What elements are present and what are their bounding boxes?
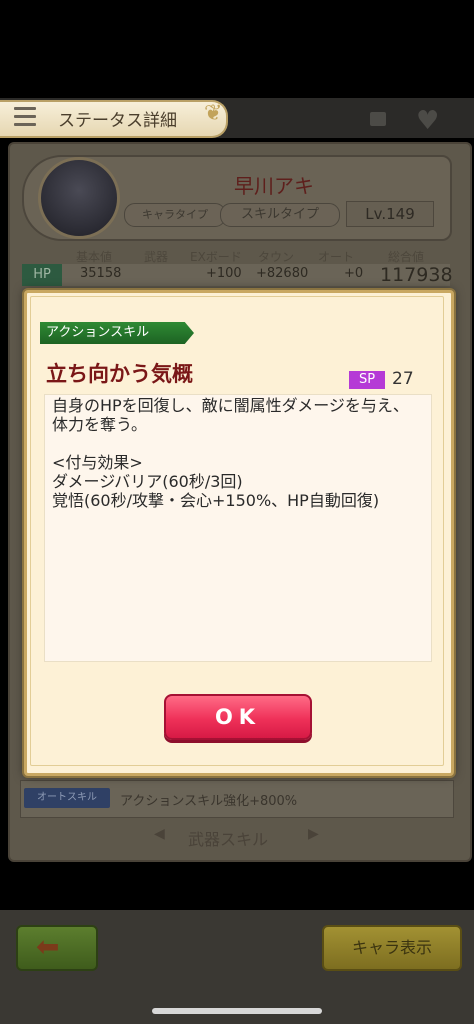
character-avatar	[38, 157, 120, 239]
hp-label: HP	[22, 264, 62, 286]
weapon-skill-heading: 武器スキル	[188, 830, 269, 849]
sp-value: 27	[392, 369, 414, 389]
level-box: Lv.149	[346, 201, 434, 227]
hp-total-value: 117938	[380, 264, 453, 286]
prev-arrow-icon[interactable]: ◀	[154, 826, 165, 842]
auto-skill-badge: オートスキル	[24, 788, 110, 808]
home-indicator[interactable]	[152, 1008, 322, 1014]
favorite-heart-icon[interactable]: ♥	[416, 106, 439, 136]
skill-type-pill: スキルタイプ	[220, 203, 340, 227]
sp-badge: SP	[349, 371, 385, 389]
skill-name: 立ち向かう気概	[46, 362, 193, 386]
stat-header-exboard: EXボード	[190, 250, 242, 264]
stat-header-total: 総合値	[388, 250, 425, 264]
lock-icon[interactable]	[370, 112, 386, 126]
scroll-ornament-icon: ❦	[204, 101, 223, 126]
auto-skill-text: アクションスキル強化+800%	[120, 794, 298, 809]
stat-header-auto: オート	[318, 250, 355, 264]
back-arrow-icon[interactable]: ⬅	[36, 930, 59, 963]
hp-town-value: +82680	[256, 266, 309, 281]
stat-header-base: 基本値	[76, 250, 113, 264]
stat-header-weapon: 武器	[144, 250, 169, 264]
skill-description: 自身のHPを回復し、敵に闇属性ダメージを与え、体力を奪う。 <付与効果> ダメー…	[52, 396, 409, 510]
hp-base-value: 35158	[80, 266, 122, 281]
stat-header-town: タウン	[258, 250, 295, 264]
chara-display-button[interactable]: キャラ表示	[322, 925, 462, 971]
character-name: 早川アキ	[234, 174, 314, 198]
hp-auto-value: +0	[344, 266, 364, 281]
skill-category-ribbon: アクションスキル	[40, 322, 194, 344]
chara-type-pill: キャラタイプ	[124, 203, 226, 227]
page-title: ステータス詳細	[58, 111, 177, 131]
next-arrow-icon[interactable]: ▶	[308, 826, 319, 842]
hamburger-icon[interactable]	[14, 107, 36, 127]
hp-exboard-value: +100	[206, 266, 242, 281]
ok-button[interactable]: OK	[164, 694, 312, 740]
